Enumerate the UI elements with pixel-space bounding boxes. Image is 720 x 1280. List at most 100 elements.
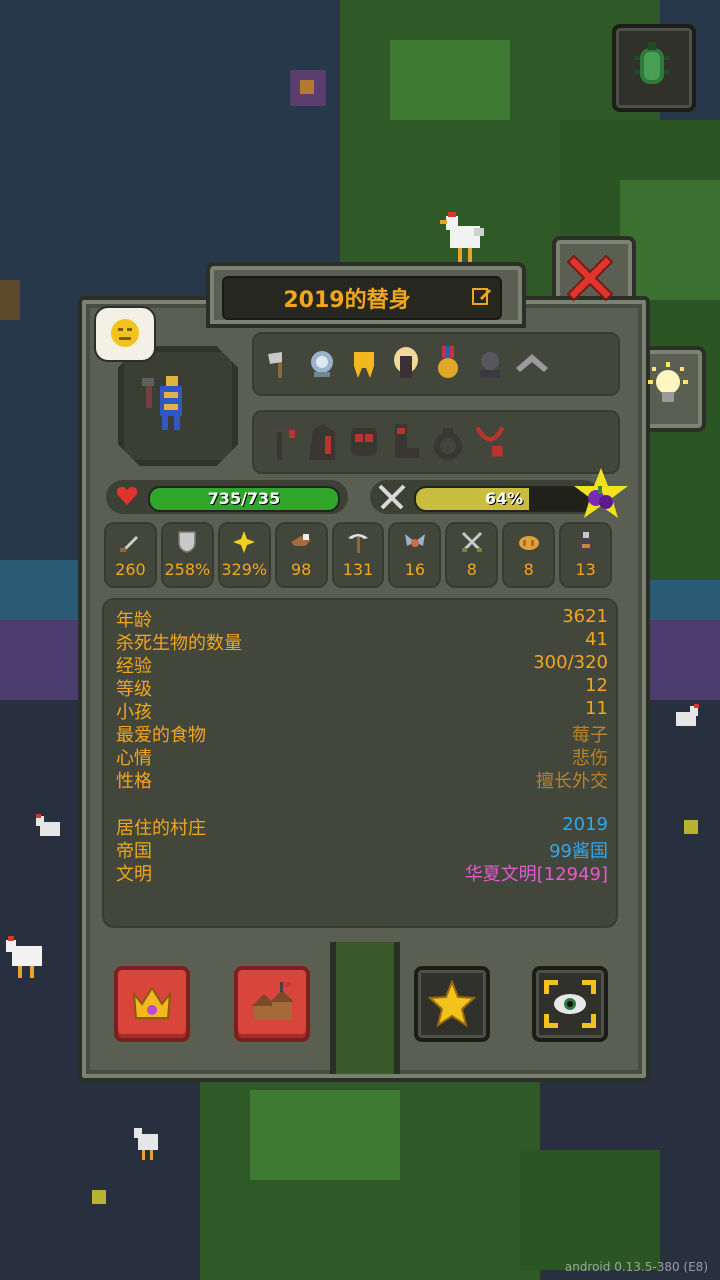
stat-value: 8 bbox=[466, 560, 477, 579]
equipment-row bbox=[252, 410, 620, 474]
version-label: android 0.13.5-380 (E8) bbox=[564, 1260, 708, 1274]
chicken-icon bbox=[676, 704, 699, 726]
stat-potion[interactable]: 13 bbox=[559, 522, 613, 588]
stat-value: 98 bbox=[290, 560, 312, 579]
stat-crossed-swords[interactable]: 8 bbox=[445, 522, 499, 588]
stat-shield[interactable]: 258% bbox=[160, 522, 214, 588]
creature-portrait bbox=[118, 346, 238, 466]
chicken-icon bbox=[134, 1128, 158, 1160]
stat-sparkle[interactable]: 329% bbox=[217, 522, 271, 588]
info-row: 最爱的食物 莓子 bbox=[116, 721, 608, 746]
bread-icon bbox=[518, 536, 539, 550]
info-row: 杀死生物的数量 41 bbox=[116, 629, 608, 654]
info-row: 经验 300/320 bbox=[116, 652, 608, 677]
info-row[interactable]: 帝国 99酱国 bbox=[116, 837, 608, 862]
name-field[interactable]: 2019的替身 bbox=[222, 276, 502, 320]
info-value: 12 bbox=[585, 675, 608, 696]
hood-icon[interactable] bbox=[304, 422, 340, 462]
info-row: 等级 12 bbox=[116, 675, 608, 700]
chicken-icon bbox=[36, 814, 60, 836]
panel-divider bbox=[330, 942, 400, 1074]
info-panel: 年龄 3621 杀死生物的数量 41 经验 300/320 等级 12 小孩 11 最爱的食物 莓子心… bbox=[102, 598, 618, 928]
info-value: 3621 bbox=[562, 606, 608, 627]
edit-icon[interactable] bbox=[472, 286, 492, 306]
stats-row: 260 258% 329% 98 131 16 8 8 13 bbox=[104, 522, 613, 588]
stat-value: 329% bbox=[221, 560, 268, 579]
lightbulb-icon[interactable] bbox=[646, 362, 690, 410]
crown-icon bbox=[132, 986, 172, 1019]
blonde-hair-icon[interactable] bbox=[388, 344, 424, 384]
eagle-icon bbox=[291, 534, 312, 546]
stat-sword[interactable]: 260 bbox=[104, 522, 157, 588]
info-value: 华夏文明 bbox=[464, 864, 537, 885]
stat-value: 8 bbox=[523, 560, 534, 579]
stat-value: 131 bbox=[342, 560, 374, 579]
creature-name: 2019的替身 bbox=[283, 288, 411, 313]
info-row: 心情 悲伤 bbox=[116, 744, 608, 769]
info-label: 性格 bbox=[116, 771, 152, 792]
stat-value: 16 bbox=[404, 560, 426, 579]
beetle-icon bbox=[634, 42, 670, 84]
ghost-trait-icon[interactable] bbox=[304, 344, 340, 384]
mood-bubble bbox=[94, 306, 156, 362]
sword-icon bbox=[120, 536, 139, 552]
info-value: 2019 bbox=[562, 814, 608, 835]
shield-icon bbox=[178, 531, 197, 553]
stat-wings[interactable]: 16 bbox=[388, 522, 442, 588]
crown-button[interactable] bbox=[114, 966, 190, 1042]
favorite-button[interactable] bbox=[414, 966, 490, 1042]
wings-icon bbox=[404, 534, 425, 547]
creature-sprite bbox=[142, 376, 182, 430]
star-icon bbox=[428, 980, 476, 1028]
village-button[interactable] bbox=[234, 966, 310, 1042]
chicken-icon bbox=[6, 936, 42, 978]
info-value: 99酱国 bbox=[549, 841, 608, 862]
stat-value: 260 bbox=[115, 560, 146, 579]
axe-trait-icon[interactable] bbox=[262, 344, 298, 384]
info-row: 年龄 3621 bbox=[116, 606, 608, 631]
sparkle-icon bbox=[233, 531, 256, 553]
crossed-swords-icon bbox=[461, 531, 482, 553]
medal-icon[interactable] bbox=[430, 344, 466, 384]
stat-value: 258% bbox=[164, 560, 211, 579]
stat-scythe[interactable]: 131 bbox=[331, 522, 385, 588]
shadow-head-icon[interactable] bbox=[472, 344, 508, 384]
follow-camera-button[interactable] bbox=[532, 966, 608, 1042]
info-value: 擅长外交 bbox=[536, 771, 608, 792]
creature-button[interactable] bbox=[612, 24, 696, 112]
info-value: 300/320 bbox=[533, 652, 608, 673]
info-value: 11 bbox=[585, 698, 608, 719]
info-value: 41 bbox=[585, 629, 608, 650]
info-row: 小孩 11 bbox=[116, 698, 608, 723]
civ-count: [12949] bbox=[536, 864, 608, 885]
village-icon bbox=[252, 982, 294, 1020]
info-row: 性格 擅长外交 bbox=[116, 767, 608, 792]
close-icon[interactable] bbox=[562, 250, 618, 306]
stat-bread[interactable]: 8 bbox=[502, 522, 556, 588]
hunger-text: 64% bbox=[484, 489, 524, 508]
golden-tooth-icon[interactable] bbox=[346, 344, 382, 384]
fork-knife-icon bbox=[378, 484, 406, 510]
ring-icon[interactable] bbox=[430, 422, 466, 462]
pickaxe-icon[interactable] bbox=[262, 422, 298, 462]
info-row[interactable]: 居住的村庄 2019 bbox=[116, 814, 608, 839]
armor-icon[interactable] bbox=[346, 422, 382, 462]
boot-icon[interactable] bbox=[388, 422, 424, 462]
info-label: 文明 bbox=[116, 864, 152, 885]
stat-eagle[interactable]: 98 bbox=[274, 522, 328, 588]
traits-row bbox=[252, 332, 620, 396]
scythe-icon bbox=[348, 534, 368, 553]
slingshot-icon[interactable] bbox=[514, 344, 550, 384]
sad-face-icon bbox=[111, 319, 139, 347]
hunger-bar: 64% bbox=[414, 486, 594, 512]
health-bar: 735/735 bbox=[148, 486, 340, 512]
amulet-icon[interactable] bbox=[472, 422, 508, 462]
stat-value: 13 bbox=[575, 560, 596, 579]
eye-focus-icon bbox=[544, 980, 596, 1028]
health-text: 735/735 bbox=[207, 489, 281, 508]
chicken-icon bbox=[440, 212, 484, 262]
potion-icon bbox=[578, 532, 593, 552]
berries-star-icon bbox=[574, 468, 628, 518]
heart-icon bbox=[116, 487, 138, 505]
info-row: 文明 华夏文明[12949] bbox=[116, 860, 608, 885]
